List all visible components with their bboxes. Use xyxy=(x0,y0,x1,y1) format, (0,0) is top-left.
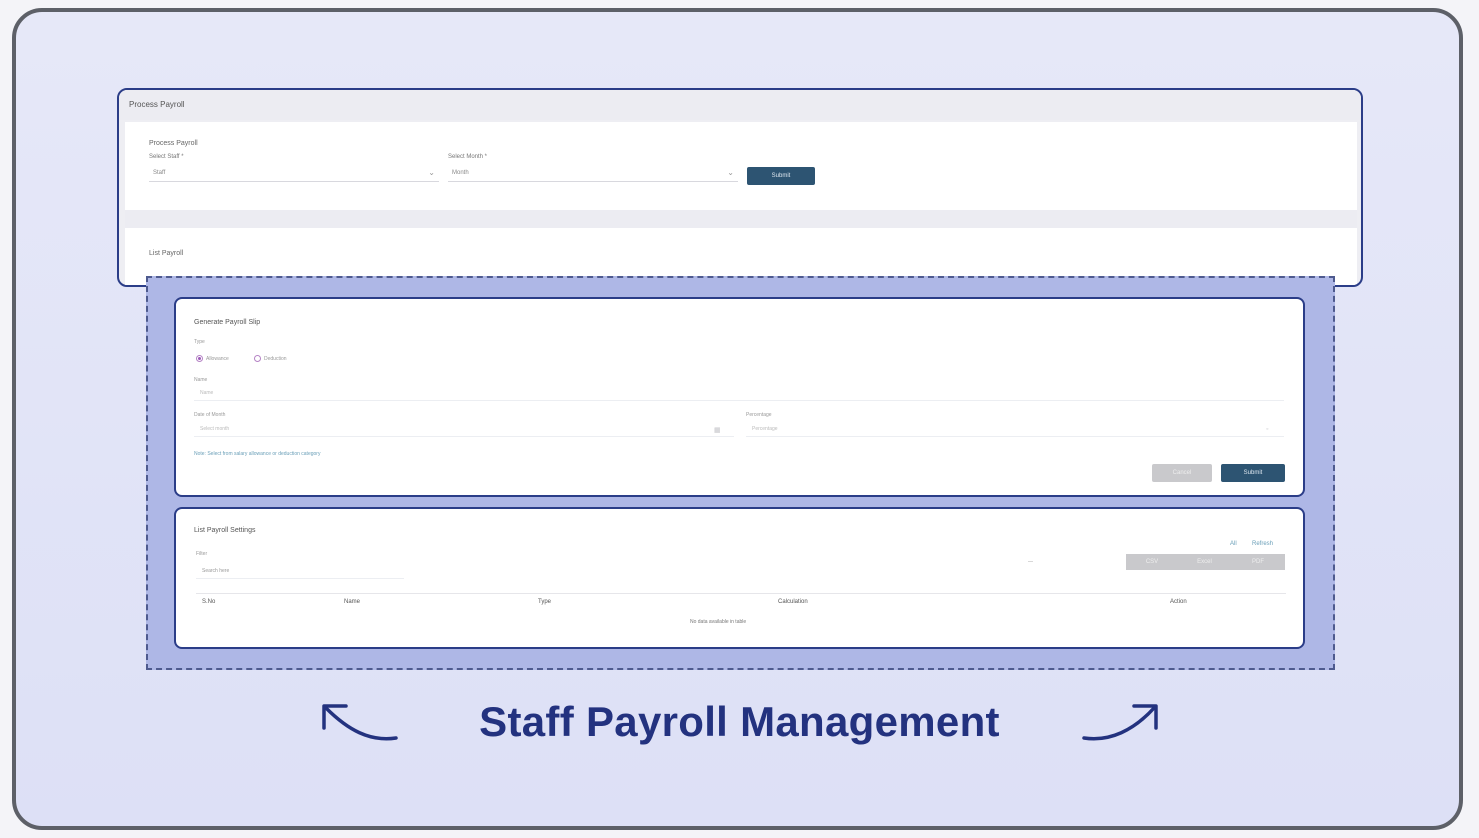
radio-deduction[interactable] xyxy=(254,355,261,362)
link-refresh[interactable]: Refresh xyxy=(1252,541,1273,547)
radio-allowance-label: Allowance xyxy=(206,356,229,362)
type-label: Type xyxy=(194,339,205,345)
filter-label: Filter xyxy=(196,551,208,557)
search-placeholder: Search here xyxy=(202,568,230,574)
panel-divider xyxy=(125,210,1357,228)
page-caption: Staff Payroll Management xyxy=(479,698,1000,745)
name-placeholder: Name xyxy=(200,390,214,396)
select-month-label: Select Month * xyxy=(448,154,488,160)
column-header-type[interactable]: Type xyxy=(538,599,551,605)
save-button[interactable]: Submit xyxy=(1221,464,1285,482)
table-divider xyxy=(196,593,1286,594)
select-month-value: Month xyxy=(452,170,469,176)
list-card-title: List Payroll Settings xyxy=(194,527,256,534)
panel-title: Process Payroll xyxy=(129,100,185,109)
chevron-down-icon: ⌄ xyxy=(727,168,734,177)
payroll-settings-form-card: Generate Payroll Slip Type Allowance Ded… xyxy=(174,297,1305,497)
submit-button[interactable]: Submit xyxy=(747,167,815,185)
column-header-calculation[interactable]: Calculation xyxy=(778,599,808,605)
table-empty-message: No data available in table xyxy=(690,619,747,625)
calendar-icon[interactable]: ▦ xyxy=(714,426,721,434)
select-staff-value: Staff xyxy=(153,170,166,176)
percentage-input[interactable]: Percentage xyxy=(746,423,1284,437)
form-title: Process Payroll xyxy=(149,140,198,147)
percentage-label: Percentage xyxy=(746,412,772,418)
name-input[interactable]: Name xyxy=(194,387,1284,401)
percentage-placeholder: Percentage xyxy=(752,426,778,432)
column-header-name[interactable]: Name xyxy=(344,599,360,605)
month-input[interactable]: Select month xyxy=(194,423,734,437)
name-label: Name xyxy=(194,377,208,383)
export-pdf-button[interactable]: PDF xyxy=(1231,554,1285,570)
form-card-title: Generate Payroll Slip xyxy=(194,319,261,326)
date-label: Date of Month xyxy=(194,412,226,418)
panel-header: Process Payroll xyxy=(119,90,1361,120)
process-payroll-panel: Process Payroll Process Payroll Select S… xyxy=(117,88,1363,287)
percent-icon: ◦ xyxy=(1266,426,1269,433)
page-info: — xyxy=(1028,559,1033,565)
select-staff-dropdown[interactable]: Staff ⌄ xyxy=(149,166,439,182)
chevron-down-icon: ⌄ xyxy=(428,168,435,177)
process-payroll-form: Process Payroll Select Staff * Staff ⌄ S… xyxy=(125,122,1357,210)
month-placeholder: Select month xyxy=(200,426,230,432)
list-title: List Payroll xyxy=(149,250,184,257)
link-all[interactable]: All xyxy=(1230,541,1237,547)
radio-allowance[interactable] xyxy=(196,355,203,362)
select-month-dropdown[interactable]: Month ⌄ xyxy=(448,166,738,182)
radio-deduction-label: Deduction xyxy=(264,356,287,362)
export-csv-button[interactable]: CSV xyxy=(1126,554,1178,570)
cancel-button[interactable]: Cancel xyxy=(1152,464,1212,482)
column-header-action[interactable]: Action xyxy=(1170,599,1187,605)
payroll-settings-list-card: List Payroll Settings Filter Search here… xyxy=(174,507,1305,649)
arrow-up-right-icon xyxy=(1082,704,1158,741)
help-link[interactable]: Note: Select from salary allowance or de… xyxy=(194,451,320,457)
select-staff-label: Select Staff * xyxy=(149,154,184,160)
search-input[interactable]: Search here xyxy=(196,565,404,579)
column-header-sno[interactable]: S.No xyxy=(202,599,215,605)
export-excel-button[interactable]: Excel xyxy=(1178,554,1231,570)
